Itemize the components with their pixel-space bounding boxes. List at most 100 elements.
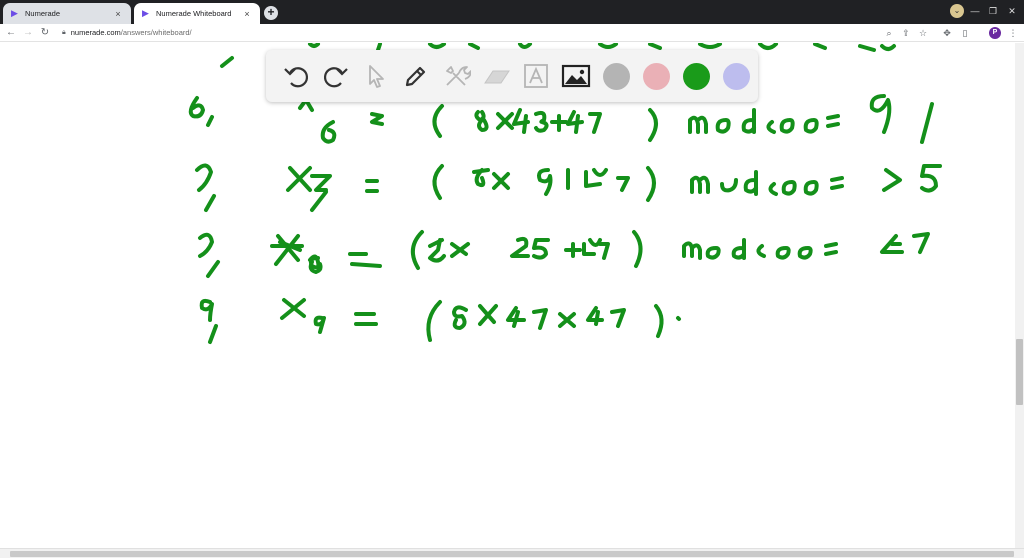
numerade-logo-icon: ▶ xyxy=(142,8,149,18)
ink-stroke xyxy=(532,308,548,330)
browser-toolbar: ← → ↻ 🔒︎ numerade.com/answers/whiteboard… xyxy=(0,24,1024,42)
redo-button[interactable] xyxy=(316,56,356,96)
color-swatch-gray[interactable] xyxy=(602,62,630,90)
ink-stroke xyxy=(492,172,510,190)
reload-icon[interactable]: ↻ xyxy=(38,25,52,41)
undo-icon xyxy=(284,67,309,88)
vertical-scrollbar[interactable] xyxy=(1015,43,1024,548)
ink-stroke xyxy=(496,112,514,130)
ink-stroke xyxy=(582,238,602,256)
lock-icon: 🔒︎ xyxy=(62,29,66,36)
ink-stroke xyxy=(803,180,819,196)
arrow-right-icon[interactable]: → xyxy=(21,25,35,41)
horizontal-scrollbar[interactable] xyxy=(0,548,1024,558)
undo-button[interactable] xyxy=(276,56,316,96)
ink-stroke xyxy=(474,110,489,132)
ink-stroke xyxy=(313,315,326,334)
ink-stroke xyxy=(610,308,626,328)
color-swatch-pink[interactable] xyxy=(642,62,670,90)
ink-stroke xyxy=(682,241,702,260)
ink-stroke xyxy=(743,170,758,196)
maximize-icon[interactable]: ❐ xyxy=(986,4,1000,18)
share-icon[interactable]: ⇪ xyxy=(899,25,913,41)
star-icon[interactable]: ☆ xyxy=(916,25,930,41)
ink-stroke xyxy=(586,306,604,326)
color-swatch-lavender[interactable] xyxy=(722,62,750,90)
ink-stroke xyxy=(204,194,216,212)
ink-stroke xyxy=(654,304,664,338)
ink-stroke xyxy=(781,180,797,196)
ink-stroke xyxy=(428,238,446,263)
tab-title: Numerade xyxy=(25,9,61,18)
ink-stroke xyxy=(632,230,643,268)
ink-stroke xyxy=(280,298,306,320)
scrollbar-thumb[interactable] xyxy=(10,551,1014,557)
select-tool-button[interactable] xyxy=(356,56,396,96)
url-host: numerade.com xyxy=(70,28,121,37)
ink-stroke xyxy=(206,260,220,278)
address-bar[interactable]: 🔒︎ numerade.com/answers/whiteboard/ xyxy=(58,25,878,41)
url-path: /answers/whiteboard/ xyxy=(120,28,192,37)
ink-stroke xyxy=(616,176,630,192)
ink-stroke xyxy=(506,306,526,328)
tools-button[interactable] xyxy=(436,56,476,96)
ink-stroke xyxy=(869,94,892,134)
arrow-left-icon[interactable]: ← xyxy=(4,25,18,41)
ink-stroke xyxy=(648,108,658,142)
eraser-tool-button[interactable] xyxy=(476,56,516,96)
avatar[interactable]: P xyxy=(989,27,1001,39)
ink-stroke xyxy=(676,316,681,321)
tab-numerade-whiteboard[interactable]: ▶ Numerade Whiteboard × xyxy=(134,3,260,24)
pen-tool-button[interactable] xyxy=(396,56,436,96)
ink-stroke xyxy=(720,178,738,193)
ink-stroke xyxy=(432,104,444,138)
ink-stroke xyxy=(510,236,530,258)
wrench-screwdriver-icon xyxy=(446,66,471,86)
kebab-menu-icon[interactable]: ⋮ xyxy=(1006,25,1020,41)
ink-stroke xyxy=(286,166,312,192)
ink-stroke xyxy=(365,179,379,193)
redo-icon xyxy=(323,67,348,88)
ink-stroke xyxy=(779,118,795,134)
browser-tab-strip: ▶ Numerade × ▶ Numerade Whiteboard × + ⌄… xyxy=(0,0,1024,24)
close-icon[interactable]: × xyxy=(242,9,252,19)
ink-stroke xyxy=(195,163,213,192)
whiteboard-toolbar xyxy=(266,50,758,102)
ink-stroke xyxy=(880,234,904,254)
ink-stroke xyxy=(803,118,819,134)
ink-stroke xyxy=(766,120,776,134)
image-tool-button[interactable] xyxy=(556,56,596,96)
new-tab-button[interactable]: + xyxy=(264,6,278,20)
ink-stroke xyxy=(920,102,934,144)
scrollbar-thumb[interactable] xyxy=(1016,339,1023,405)
ink-stroke xyxy=(310,174,332,212)
chevron-down-icon[interactable]: ⌄ xyxy=(950,4,964,18)
whiteboard-canvas[interactable] xyxy=(0,43,1015,548)
text-tool-button[interactable] xyxy=(516,56,556,96)
ink-stroke xyxy=(756,244,766,258)
minimize-icon[interactable]: — xyxy=(968,4,982,18)
ink-stroke xyxy=(472,168,490,188)
ink-stroke xyxy=(550,114,568,132)
ink-stroke xyxy=(797,246,813,260)
ink-stroke xyxy=(537,168,553,196)
image-icon xyxy=(561,64,591,88)
ink-stroke xyxy=(220,56,234,68)
pencil-icon xyxy=(405,66,426,87)
ink-stroke xyxy=(598,242,610,260)
ink-stroke xyxy=(741,108,756,134)
sidebar-icon[interactable]: ▯ xyxy=(958,25,972,41)
zoom-icon[interactable]: ⌕ xyxy=(882,25,896,41)
ink-stroke xyxy=(584,168,608,188)
ink-stroke xyxy=(432,164,444,200)
puzzle-icon[interactable]: ✥ xyxy=(940,25,954,41)
window-close-icon[interactable]: ✕ xyxy=(1005,4,1019,18)
ink-stroke xyxy=(731,238,746,260)
text-box-icon xyxy=(524,64,548,88)
ink-stroke xyxy=(830,176,844,190)
tab-numerade[interactable]: ▶ Numerade × xyxy=(3,3,131,24)
color-swatch-green[interactable] xyxy=(682,62,710,90)
ink-stroke xyxy=(199,298,214,322)
close-icon[interactable]: × xyxy=(113,9,123,19)
ink-stroke xyxy=(206,115,214,127)
